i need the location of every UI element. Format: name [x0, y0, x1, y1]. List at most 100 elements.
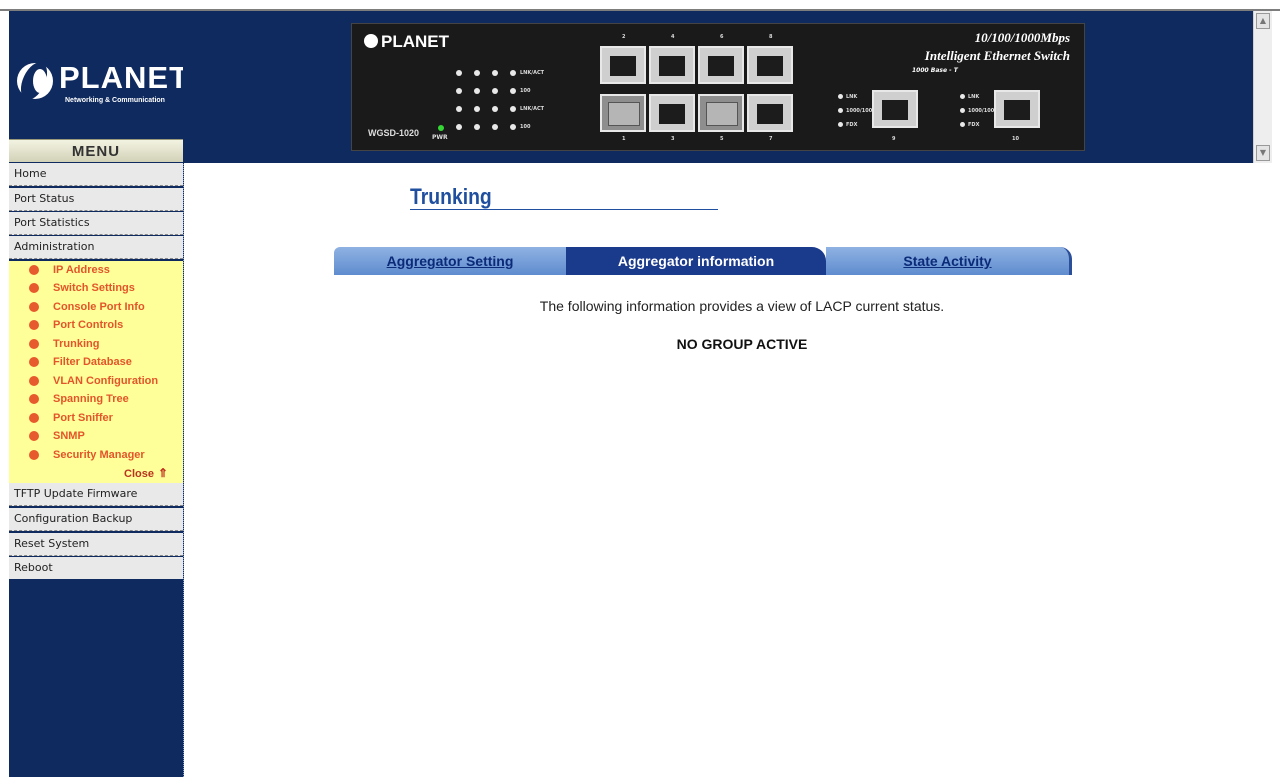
window-left-edge: [0, 11, 9, 777]
sidebar-item-reset-system[interactable]: Reset System: [9, 533, 183, 556]
led-icon: [510, 70, 516, 76]
led-icon: [838, 122, 843, 127]
port-number: 5: [720, 136, 724, 142]
sidebar-item-port-status[interactable]: Port Status: [9, 188, 183, 211]
bullet-icon: [29, 431, 39, 441]
sidebar-item-port-statistics[interactable]: Port Statistics: [9, 212, 183, 235]
scroll-down-icon[interactable]: ▼: [1256, 145, 1270, 161]
status-text: NO GROUP ACTIVE: [676, 336, 808, 352]
planet-globe-icon: [17, 63, 53, 99]
tab-aggregator-information[interactable]: Aggregator information: [566, 247, 826, 275]
led-icon: [510, 106, 516, 112]
gig-led-label: FDX: [846, 122, 858, 128]
led-icon: [510, 88, 516, 94]
scroll-up-icon[interactable]: ▲: [1256, 13, 1270, 29]
panel-brand-text: PLANET: [381, 32, 449, 51]
sidebar-item-tftp-update-firmware[interactable]: TFTP Update Firmware: [9, 483, 183, 506]
ethernet-port-icon: [747, 94, 793, 132]
gig-led-label: FDX: [968, 122, 980, 128]
led-icon: [492, 106, 498, 112]
submenu-label: Port Controls: [53, 319, 124, 331]
gig-led-label: 1000/100: [968, 108, 995, 114]
sfp-port-icon: [698, 94, 744, 132]
header-banner: PLANET WGSD-1020 PWR LNK/ACT 100 LNK/ACT…: [183, 11, 1253, 163]
menu-title: MENU: [9, 139, 183, 162]
led-icon: [456, 106, 462, 112]
led-icon: [492, 88, 498, 94]
tab-bar: Aggregator Setting Aggregator informatio…: [334, 247, 1074, 275]
port-number: 10: [1012, 136, 1019, 142]
submenu-item-filter-database[interactable]: Filter Database: [9, 353, 183, 371]
submenu-item-ip-address[interactable]: IP Address: [9, 261, 183, 279]
submenu-label: Filter Database: [53, 356, 132, 368]
bullet-icon: [29, 394, 39, 404]
submenu-item-port-controls[interactable]: Port Controls: [9, 316, 183, 334]
led-icon: [960, 122, 965, 127]
port-number: 6: [720, 34, 724, 40]
port-number: 1: [622, 136, 626, 142]
ethernet-port-icon: [600, 46, 646, 84]
page-title: Trunking: [410, 184, 492, 209]
base-label: 1000 Base - T: [912, 67, 958, 74]
submenu-label: SNMP: [53, 430, 85, 442]
logo-name: PLANET: [59, 60, 189, 95]
submenu-item-spanning-tree[interactable]: Spanning Tree: [9, 390, 183, 408]
ethernet-port-icon: [649, 94, 695, 132]
submenu-close-button[interactable]: Close ⇑: [124, 466, 168, 480]
bullet-icon: [29, 450, 39, 460]
led-label: LNK/ACT: [520, 70, 545, 76]
pwr-label: PWR: [432, 134, 448, 141]
submenu-item-console-port-info[interactable]: Console Port Info: [9, 298, 183, 316]
submenu-item-vlan-configuration[interactable]: VLAN Configuration: [9, 372, 183, 390]
submenu-item-port-sniffer[interactable]: Port Sniffer: [9, 409, 183, 427]
led-icon: [456, 70, 462, 76]
led-icon: [474, 88, 480, 94]
bullet-icon: [29, 283, 39, 293]
submenu-label: IP Address: [53, 264, 110, 276]
led-icon: [474, 70, 480, 76]
sidebar-item-administration[interactable]: Administration: [9, 236, 183, 259]
submenu-item-switch-settings[interactable]: Switch Settings: [9, 279, 183, 297]
submenu-label: VLAN Configuration: [53, 375, 159, 387]
submenu-label: Switch Settings: [53, 282, 135, 294]
submenu-item-snmp[interactable]: SNMP: [9, 427, 183, 445]
led-icon: [510, 124, 516, 130]
pwr-led-icon: [438, 125, 444, 131]
header-scrollbar[interactable]: ▲ ▼: [1253, 11, 1273, 163]
led-label: LNK/ACT: [520, 106, 545, 112]
submenu-label: Spanning Tree: [53, 393, 129, 405]
led-icon: [474, 106, 480, 112]
gigabit-port-icon: [872, 90, 918, 128]
sidebar-item-reboot[interactable]: Reboot: [9, 557, 183, 579]
tab-aggregator-setting[interactable]: Aggregator Setting: [334, 247, 566, 275]
logo-tagline: Networking & Communication: [65, 97, 165, 104]
bullet-icon: [29, 302, 39, 312]
gig-led-label: LNK: [968, 94, 980, 100]
planet-globe-icon: [364, 34, 378, 48]
led-icon: [960, 108, 965, 113]
panel-brand: PLANET: [364, 32, 449, 52]
bullet-icon: [29, 320, 39, 330]
info-text: The following information provides a vie…: [539, 298, 945, 314]
tab-state-activity[interactable]: State Activity: [826, 247, 1072, 275]
port-number: 3: [671, 136, 675, 142]
model-label: WGSD-1020: [368, 128, 420, 138]
led-label: 100: [520, 88, 531, 94]
led-label: 100: [520, 124, 531, 130]
title-underline: [410, 209, 718, 210]
sidebar-item-configuration-backup[interactable]: Configuration Backup: [9, 508, 183, 531]
submenu-item-trunking[interactable]: Trunking: [9, 335, 183, 353]
led-icon: [492, 70, 498, 76]
close-label: Close: [124, 468, 154, 480]
sidebar-item-home[interactable]: Home: [9, 163, 183, 186]
port-number: 2: [622, 34, 626, 40]
submenu-label: Security Manager: [53, 449, 145, 461]
port-number: 7: [769, 136, 773, 142]
bullet-icon: [29, 357, 39, 367]
gig-led-label: LNK: [846, 94, 858, 100]
submenu-item-security-manager[interactable]: Security Manager: [9, 446, 183, 464]
administration-submenu: IP Address Switch Settings Console Port …: [9, 261, 183, 483]
submenu-label: Trunking: [53, 338, 100, 350]
planet-logo: PLANET Networking & Communication: [17, 59, 188, 119]
port-number: 4: [671, 34, 675, 40]
